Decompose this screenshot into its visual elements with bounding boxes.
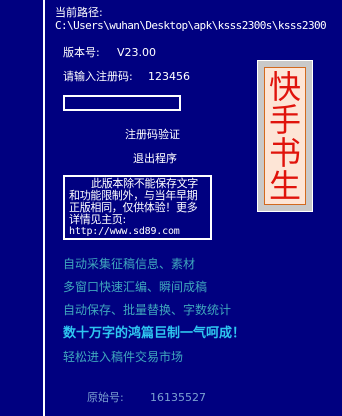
logo-char: 手 [268, 100, 301, 139]
registration-code-input[interactable] [63, 95, 181, 111]
exit-program-button[interactable]: 退出程序 [133, 152, 177, 166]
registration-code-value: 123456 [148, 70, 190, 83]
feature-item: 自动采集征稿信息、素材 [63, 257, 196, 271]
feature-item: 多窗口快速汇编、瞬间成稿 [63, 280, 208, 294]
original-number-label: 原始号: [87, 391, 124, 404]
verify-code-button[interactable]: 注册码验证 [125, 128, 180, 142]
original-number-value: 16135527 [150, 391, 206, 404]
logo-char: 生 [268, 166, 301, 205]
market-text: 轻松进入稿件交易市场 [63, 350, 184, 364]
current-path-value: C:\Users\wuhan\Desktop\apk\ksss2300s\kss… [55, 19, 327, 32]
registration-code-label: 请输入注册码: [63, 70, 133, 83]
left-strip [0, 0, 43, 416]
current-path-label: 当前路径: [55, 6, 103, 19]
version-label: 版本号: [63, 46, 100, 59]
version-value: V23.00 [117, 46, 157, 59]
headline: 数十万字的鸿篇巨制一气呵成！ [63, 326, 246, 341]
homepage-link[interactable]: http://www.sd89.com [69, 226, 206, 237]
app-logo: 快 手 书 生 [264, 67, 306, 205]
notice-box: 此版本除不能保存文字和功能限制外，与当年早期正版相同，仅供体验！更多详情见主页:… [63, 175, 212, 240]
logo-panel: 快 手 书 生 [257, 60, 313, 212]
logo-char: 书 [268, 133, 301, 172]
left-divider [43, 0, 45, 416]
logo-char: 快 [268, 67, 301, 106]
feature-item: 自动保存、批量替换、字数统计 [63, 303, 232, 317]
notice-text: 此版本除不能保存文字和功能限制外，与当年早期正版相同，仅供体验！更多详情见主页: [69, 177, 198, 226]
